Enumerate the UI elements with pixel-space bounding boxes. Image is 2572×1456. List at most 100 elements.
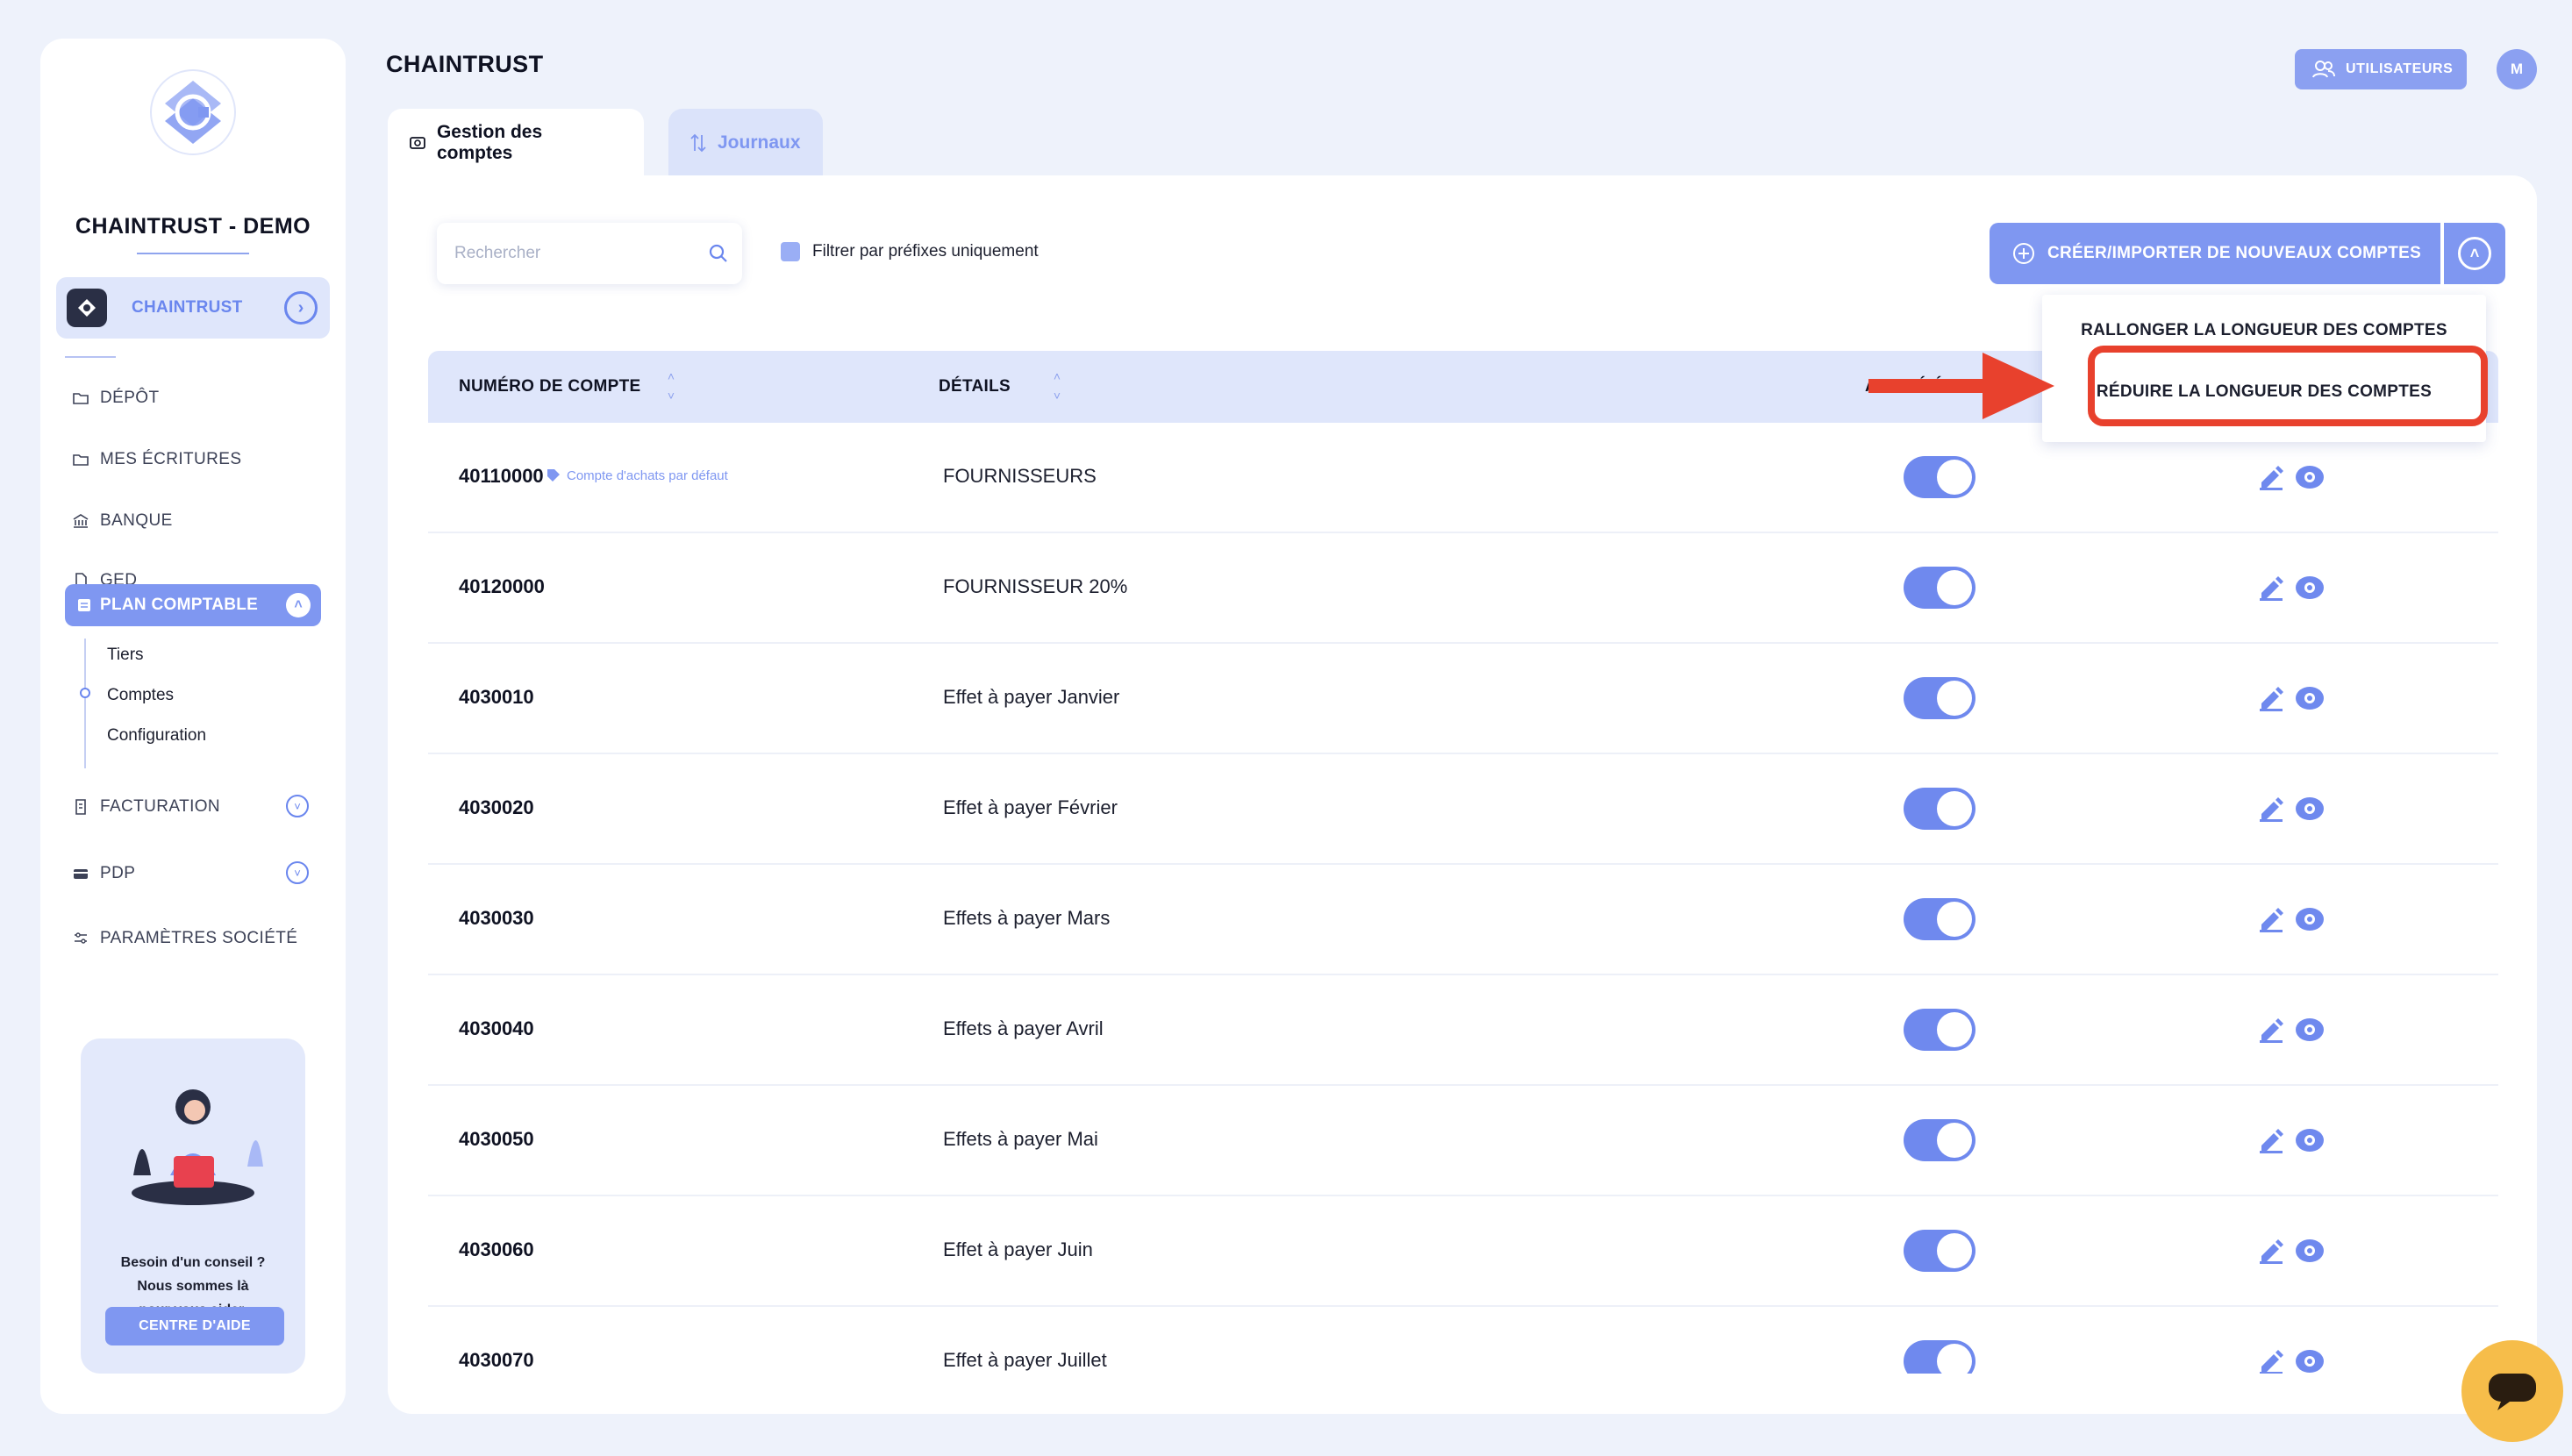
account-details: Effets à payer Mai: [943, 1128, 1098, 1150]
edit-icon[interactable]: [2256, 682, 2286, 712]
chat-widget-button[interactable]: [2461, 1340, 2563, 1442]
accounts-icon: [410, 137, 425, 149]
edit-icon[interactable]: [2256, 572, 2286, 602]
invoice-icon: [75, 799, 86, 815]
prefix-filter-checkbox[interactable]: [781, 242, 800, 261]
help-center-button[interactable]: CENTRE D'AIDE: [105, 1307, 284, 1345]
search-box: [437, 223, 742, 284]
edit-icon[interactable]: [2256, 1235, 2286, 1265]
default-purchase-tag: Compte d'achats par défaut: [546, 467, 728, 483]
subnav-item-comptes[interactable]: Comptes: [107, 686, 174, 705]
chevron-right-icon[interactable]: ›: [284, 291, 318, 325]
sidebar-item-parametres[interactable]: PARAMÈTRES SOCIÉTÉ: [72, 923, 297, 954]
active-toggle[interactable]: [1904, 898, 1975, 940]
tag-label: Compte d'achats par défaut: [567, 467, 728, 483]
tab-gestion-des-comptes[interactable]: Gestion des comptes: [388, 109, 644, 177]
search-icon[interactable]: [709, 244, 728, 263]
sidebar-item-mes-ecritures[interactable]: MES ÉCRITURES: [72, 444, 241, 475]
eye-icon[interactable]: [2295, 1349, 2325, 1374]
account-details: Effet à payer Juillet: [943, 1349, 1107, 1371]
toggle-knob: [1937, 1123, 1972, 1158]
prefix-filter[interactable]: Filtrer par préfixes uniquement: [781, 242, 1039, 261]
chevron-up-icon[interactable]: ˄: [286, 593, 311, 617]
chevron-down-icon[interactable]: ˅: [286, 795, 309, 817]
company-icon: [67, 289, 107, 327]
sliders-icon: [75, 932, 87, 944]
account-details: Effets à payer Avril: [943, 1017, 1104, 1039]
toggle-knob: [1937, 1233, 1972, 1268]
sidebar-item-depot[interactable]: DÉPÔT: [72, 382, 159, 414]
eye-icon[interactable]: [2295, 907, 2325, 931]
subnav-line: [84, 639, 86, 768]
edit-icon[interactable]: [2256, 461, 2286, 491]
account-details: Effet à payer Février: [943, 796, 1118, 818]
active-toggle[interactable]: [1904, 1009, 1975, 1051]
table-row: 4030010 Effet à payer Janvier: [428, 644, 2498, 754]
edit-icon[interactable]: [2256, 793, 2286, 823]
sidebar-item-label: PARAMÈTRES SOCIÉTÉ: [100, 929, 298, 947]
create-options-toggle[interactable]: ˄: [2444, 223, 2505, 284]
chat-icon: [2489, 1374, 2536, 1410]
account-number: 4030050: [459, 1128, 534, 1150]
account-details: FOURNISSEURS: [943, 465, 1097, 487]
active-toggle[interactable]: [1904, 567, 1975, 609]
eye-icon[interactable]: [2295, 575, 2325, 600]
toggle-knob: [1937, 570, 1972, 605]
account-details: FOURNISSEUR 20%: [943, 575, 1128, 597]
card-icon: [74, 869, 88, 879]
sidebar-item-pdp[interactable]: PDP: [72, 858, 135, 889]
eye-icon[interactable]: [2295, 1238, 2325, 1263]
account-number: 4030030: [459, 907, 534, 929]
active-toggle[interactable]: [1904, 1119, 1975, 1161]
column-header-account-number[interactable]: NUMÉRO DE COMPTE: [459, 377, 640, 396]
menu-item-extend-accounts[interactable]: RALLONGER LA LONGUEUR DES COMPTES: [2042, 321, 2486, 340]
list-icon: [78, 599, 90, 611]
account-details: Effet à payer Juin: [943, 1238, 1093, 1260]
sort-icon[interactable]: ˄ ˅: [1049, 367, 1065, 409]
avatar[interactable]: M: [2497, 49, 2537, 89]
active-toggle[interactable]: [1904, 1340, 1975, 1374]
eye-icon[interactable]: [2295, 686, 2325, 710]
sidebar-item-label: PDP: [100, 864, 136, 882]
company-switcher[interactable]: CHAINTRUST ›: [56, 277, 330, 339]
account-number: 4030060: [459, 1238, 534, 1260]
active-toggle[interactable]: [1904, 788, 1975, 830]
chevron-down-icon[interactable]: ˅: [286, 861, 309, 884]
help-line: Besoin d'un conseil ?: [120, 1255, 266, 1270]
edit-icon[interactable]: [2256, 903, 2286, 933]
users-button-label: UTILISATEURS: [2346, 61, 2454, 76]
toggle-knob: [1937, 1344, 1972, 1374]
account-number: 4030070: [459, 1349, 534, 1371]
edit-icon[interactable]: [2256, 1345, 2286, 1374]
sidebar-item-facturation[interactable]: FACTURATION: [72, 791, 220, 823]
eye-icon[interactable]: [2295, 465, 2325, 489]
eye-icon[interactable]: [2295, 1128, 2325, 1153]
table-row: 4030020 Effet à payer Février: [428, 754, 2498, 865]
subnav-item-tiers[interactable]: Tiers: [107, 646, 144, 665]
sidebar: CHAINTRUST - DEMO CHAINTRUST › DÉPÔT MES…: [40, 39, 346, 1414]
eye-icon[interactable]: [2295, 796, 2325, 821]
sidebar-item-plan-comptable[interactable]: PLAN COMPTABLE ˄: [65, 584, 321, 626]
search-input[interactable]: [454, 223, 700, 284]
active-toggle[interactable]: [1904, 677, 1975, 719]
sort-arrows-icon: [690, 133, 706, 153]
sort-icon[interactable]: ˄ ˅: [663, 367, 679, 409]
account-number: 40110000: [459, 465, 544, 487]
users-button[interactable]: UTILISATEURS: [2295, 49, 2467, 89]
account-number: 4030010: [459, 686, 534, 708]
column-header-details[interactable]: DÉTAILS: [939, 377, 1011, 396]
account-number: 4030020: [459, 796, 534, 818]
active-toggle[interactable]: [1904, 1230, 1975, 1272]
subnav-item-configuration[interactable]: Configuration: [107, 726, 206, 746]
edit-icon[interactable]: [2256, 1124, 2286, 1154]
create-import-accounts-button[interactable]: CRÉER/IMPORTER DE NOUVEAUX COMPTES: [1990, 223, 2440, 284]
table-row: 40120000 FOURNISSEUR 20%: [428, 533, 2498, 644]
active-toggle[interactable]: [1904, 456, 1975, 498]
eye-icon[interactable]: [2295, 1017, 2325, 1042]
tab-journaux[interactable]: Journaux: [668, 109, 823, 177]
help-illustration: [132, 1089, 263, 1205]
sidebar-item-banque[interactable]: BANQUE: [72, 505, 173, 537]
table-row: 4030060 Effet à payer Juin: [428, 1196, 2498, 1307]
divider: [65, 356, 116, 358]
edit-icon[interactable]: [2256, 1014, 2286, 1044]
